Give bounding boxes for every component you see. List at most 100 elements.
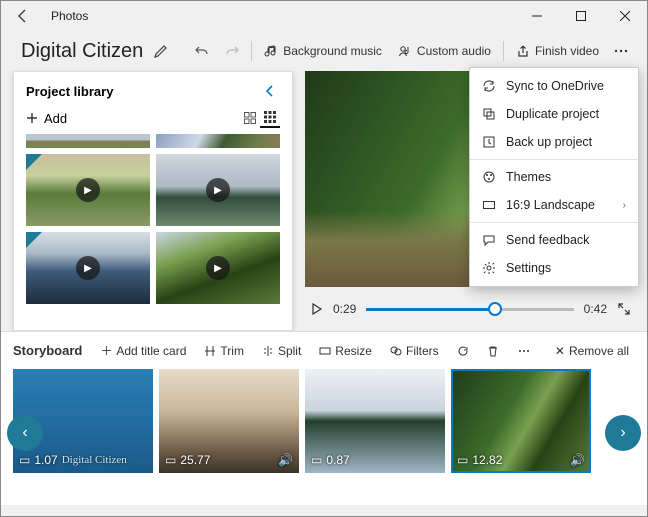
clip-duration: 12.82 [472, 453, 502, 467]
trim-icon [204, 345, 216, 357]
export-icon [516, 44, 530, 58]
menu-label: Duplicate project [506, 107, 599, 121]
play-button[interactable] [309, 302, 323, 316]
remove-all-button[interactable]: ✕Remove all [549, 342, 635, 360]
menu-label: 16:9 Landscape [506, 198, 595, 212]
split-button[interactable]: Split [256, 342, 307, 360]
remove-all-label: Remove all [569, 344, 629, 358]
feedback-icon [482, 233, 496, 247]
duplicate-icon [482, 107, 496, 121]
collapse-library-button[interactable] [260, 82, 280, 100]
music-icon [264, 44, 278, 58]
divider [251, 41, 252, 61]
divider [503, 41, 504, 61]
undo-button[interactable] [187, 40, 217, 62]
chevron-right-icon: › [623, 200, 626, 211]
library-thumb[interactable]: ▶ [26, 232, 150, 304]
background-music-label: Background music [283, 44, 382, 58]
storyboard-prev-button[interactable]: ‹ [7, 415, 43, 451]
trash-icon [487, 345, 499, 357]
resize-icon [319, 345, 331, 357]
trim-button[interactable]: Trim [198, 342, 250, 360]
split-label: Split [278, 344, 301, 358]
menu-label: Send feedback [506, 233, 589, 247]
clip-more-button[interactable] [511, 343, 537, 359]
storyboard-panel: Storyboard ＋ Add title card Trim Split Re… [1, 331, 647, 505]
redo-button[interactable] [217, 40, 247, 62]
rotate-button[interactable] [451, 343, 475, 359]
clip-duration: 1.07 [34, 453, 57, 467]
storyboard-title: Storyboard [13, 343, 82, 358]
seek-slider[interactable] [366, 308, 573, 311]
view-large-button[interactable] [240, 109, 260, 127]
menu-separator [470, 222, 638, 223]
filters-icon [390, 345, 402, 357]
menu-label: Themes [506, 170, 551, 184]
play-icon: ▶ [206, 178, 230, 202]
library-thumb[interactable]: ▶ [26, 154, 150, 226]
background-music-button[interactable]: Background music [256, 40, 390, 62]
sound-icon: 🔊 [278, 453, 293, 467]
current-time: 0:29 [333, 302, 356, 316]
custom-audio-label: Custom audio [417, 44, 491, 58]
resize-button[interactable]: Resize [313, 342, 378, 360]
ellipsis-icon [517, 345, 531, 357]
chevron-left-icon [264, 84, 276, 98]
menu-backup-project[interactable]: Back up project [470, 128, 638, 156]
title-card-text: Digital Citizen [62, 454, 127, 466]
clip-duration: 0.87 [326, 453, 349, 467]
gear-icon [482, 261, 496, 275]
resize-label: Resize [335, 344, 372, 358]
rename-button[interactable] [153, 43, 169, 59]
plus-icon: ＋ [100, 342, 112, 359]
menu-send-feedback[interactable]: Send feedback [470, 226, 638, 254]
menu-aspect-ratio[interactable]: 16:9 Landscape › [470, 191, 638, 219]
split-icon [262, 345, 274, 357]
menu-label: Settings [506, 261, 551, 275]
project-library-title: Project library [26, 84, 260, 99]
library-thumb[interactable]: ▶ [156, 154, 280, 226]
clip-duration: 25.77 [180, 453, 210, 467]
library-thumb[interactable] [26, 134, 150, 148]
project-name: Digital Citizen [21, 40, 143, 63]
menu-duplicate-project[interactable]: Duplicate project [470, 100, 638, 128]
add-title-card-label: Add title card [116, 344, 186, 358]
trim-label: Trim [220, 344, 244, 358]
maximize-button[interactable] [559, 1, 603, 31]
themes-icon [482, 170, 496, 184]
backup-icon [482, 135, 496, 149]
library-thumb[interactable] [156, 134, 280, 148]
total-time: 0:42 [584, 302, 607, 316]
close-button[interactable] [603, 1, 647, 31]
video-icon: ▭ [457, 453, 468, 467]
play-icon: ▶ [76, 178, 100, 202]
delete-clip-button[interactable] [481, 343, 505, 359]
menu-settings[interactable]: Settings [470, 254, 638, 282]
menu-sync-onedrive[interactable]: Sync to OneDrive [470, 72, 638, 100]
video-icon: ▭ [165, 453, 176, 467]
library-thumb[interactable]: ▶ [156, 232, 280, 304]
add-title-card-button[interactable]: ＋ Add title card [94, 340, 192, 361]
project-library-panel: Project library Add ▶ ▶ ▶ ▶ [13, 71, 293, 331]
filters-label: Filters [406, 344, 439, 358]
view-small-button[interactable] [260, 108, 280, 128]
minimize-button[interactable] [515, 1, 559, 31]
menu-label: Back up project [506, 135, 592, 149]
back-button[interactable] [1, 1, 45, 31]
video-icon: ▭ [311, 453, 322, 467]
aspect-icon [482, 198, 496, 212]
filters-button[interactable]: Filters [384, 342, 445, 360]
person-music-icon [398, 44, 412, 58]
storyboard-next-button[interactable]: › [605, 415, 641, 451]
custom-audio-button[interactable]: Custom audio [390, 40, 499, 62]
more-menu: Sync to OneDrive Duplicate project Back … [469, 67, 639, 287]
storyboard-clip[interactable]: ▭ 25.77 🔊 [159, 369, 299, 473]
storyboard-clip[interactable]: ▭12.82 🔊 [451, 369, 591, 473]
storyboard-clip[interactable]: ▭ 0.87 [305, 369, 445, 473]
sync-icon [482, 79, 496, 93]
more-button[interactable] [607, 40, 635, 62]
fullscreen-button[interactable] [617, 302, 631, 316]
menu-themes[interactable]: Themes [470, 163, 638, 191]
add-media-button[interactable]: Add [26, 111, 240, 126]
finish-video-button[interactable]: Finish video [508, 40, 607, 62]
